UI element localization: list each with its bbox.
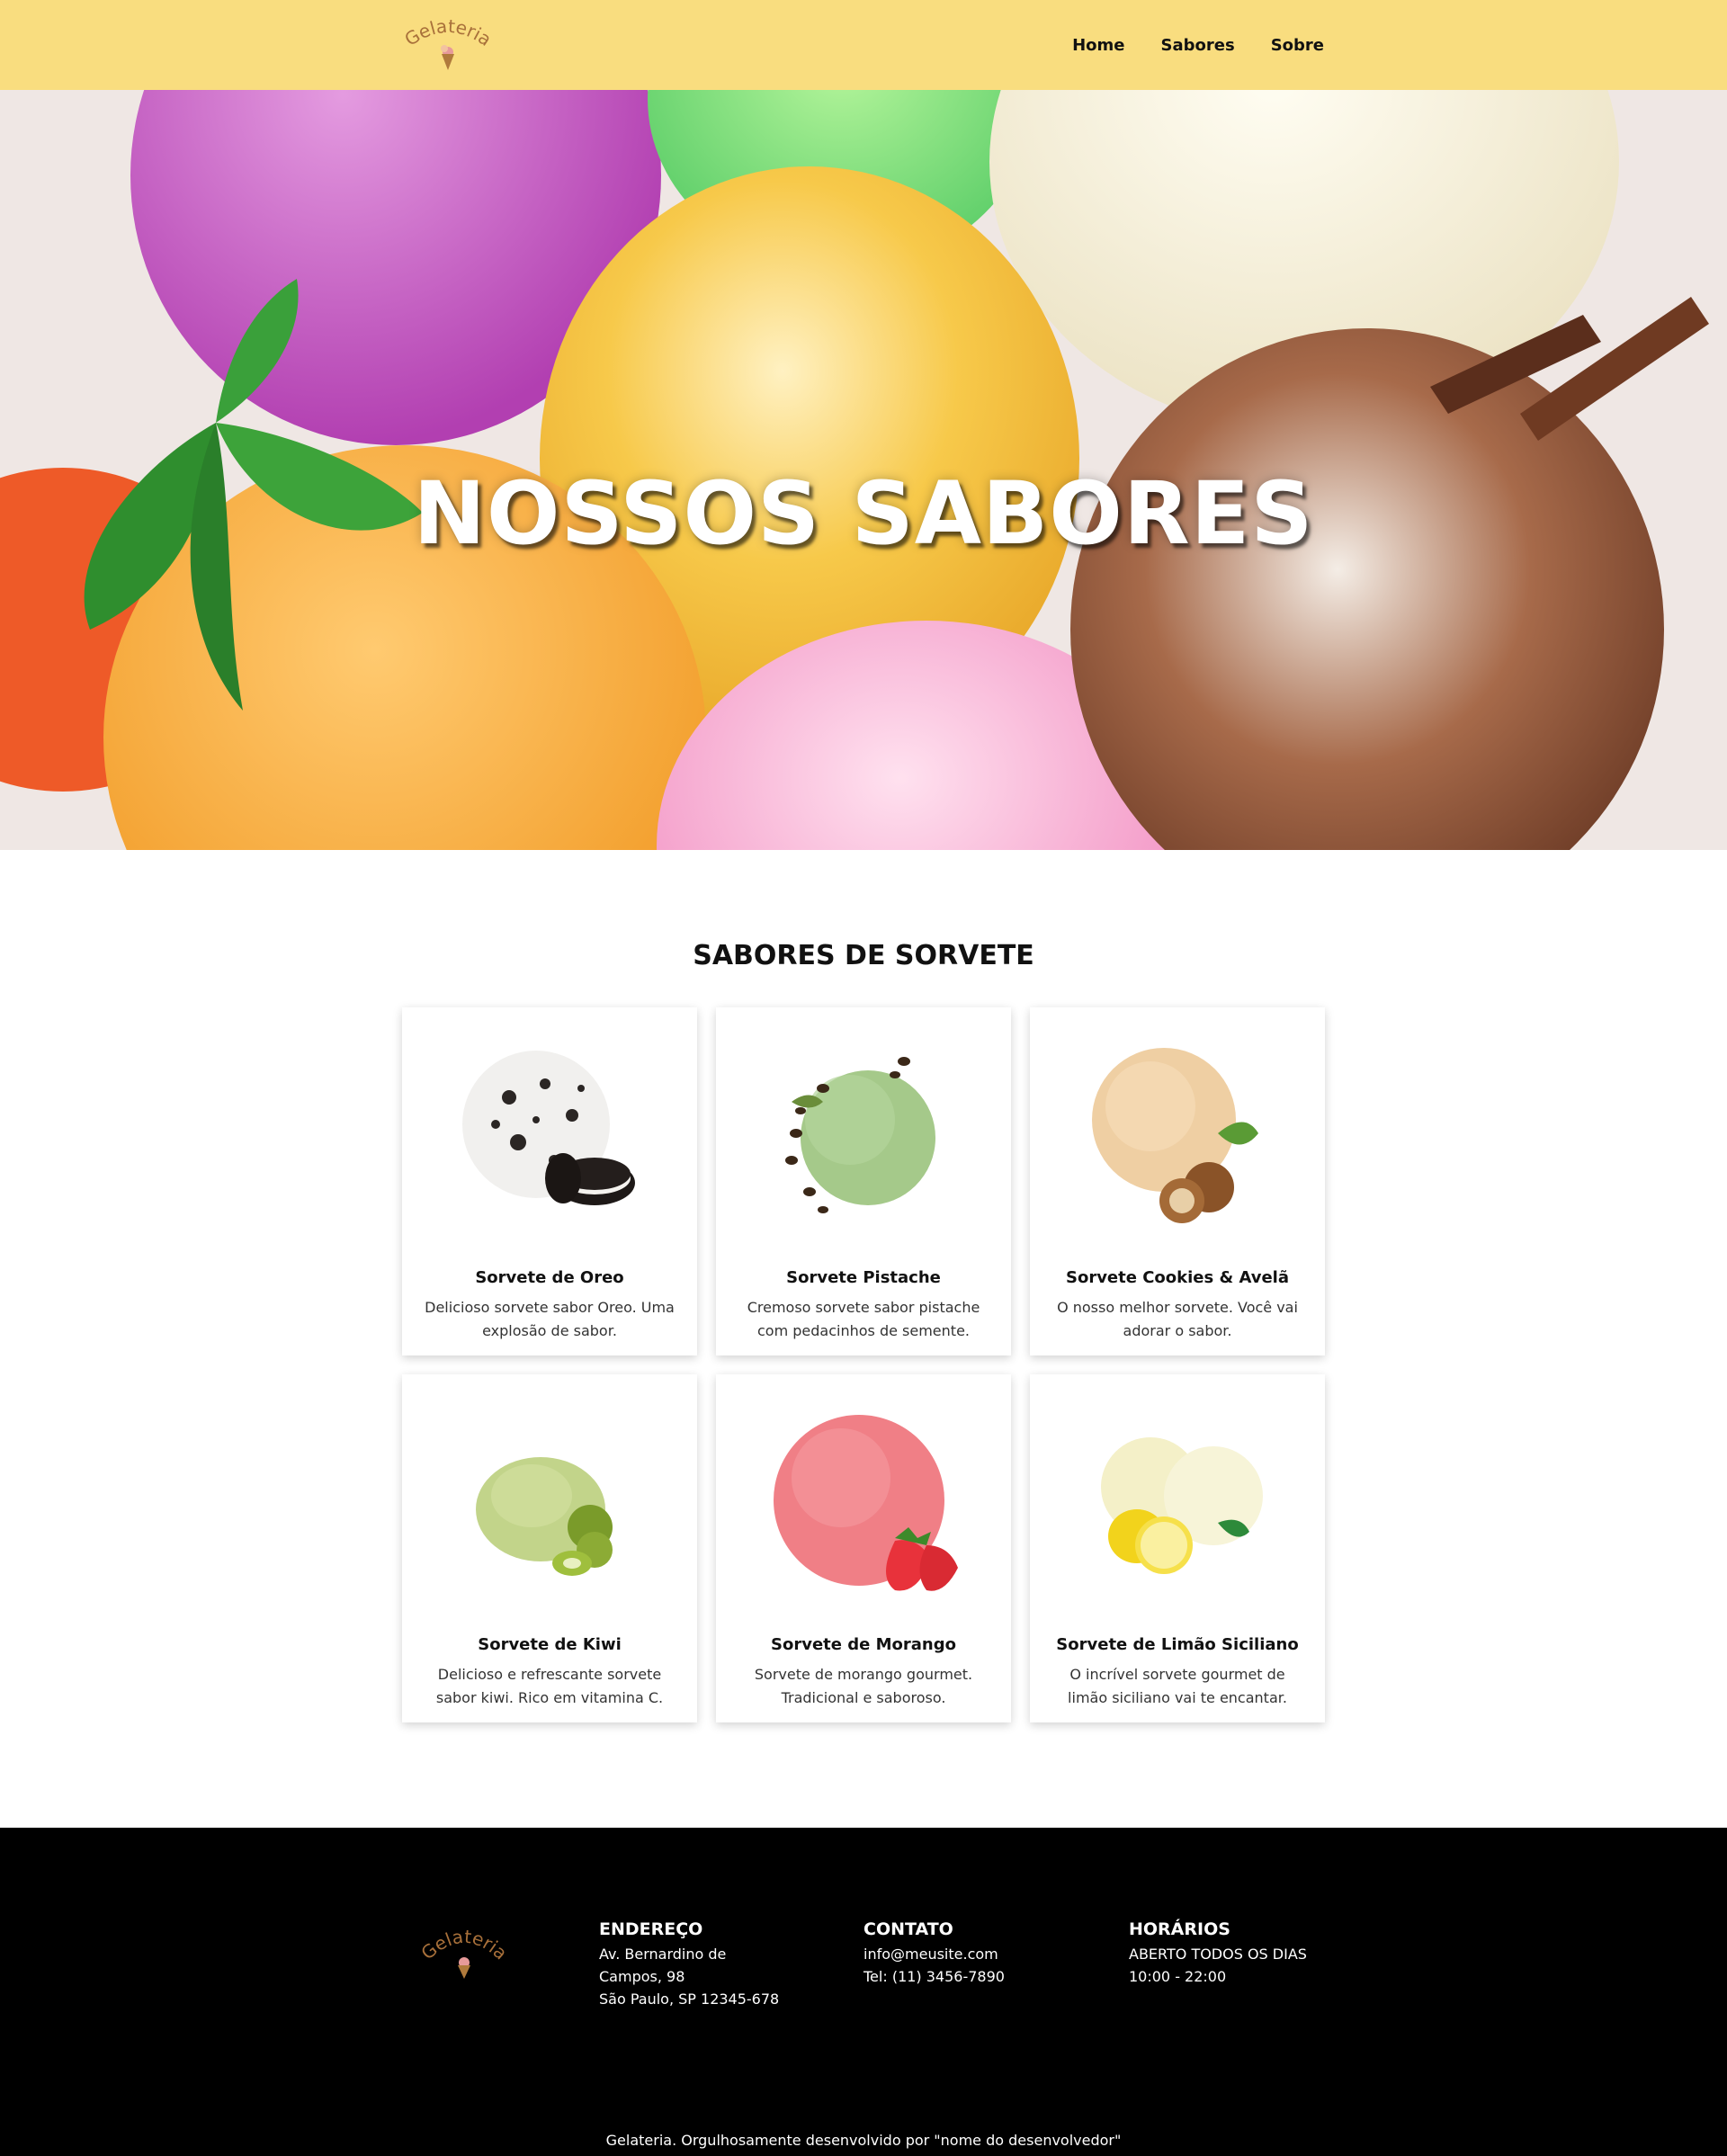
flavor-name: Sorvete de Oreo xyxy=(475,1268,624,1287)
main-nav: Home Sabores Sobre xyxy=(1072,0,1324,90)
footer-phone: Tel: (11) 3456-7890 xyxy=(864,1968,1005,1985)
footer-hours-title: HORÁRIOS xyxy=(1129,1919,1230,1939)
nav-home[interactable]: Home xyxy=(1072,36,1124,55)
site-footer: Gelateria ENDEREÇO Av. Bernardino de Cam… xyxy=(0,1828,1727,2156)
flavor-name: Sorvete Cookies & Avelã xyxy=(1065,1268,1289,1287)
flavors-grid: Sorvete de Oreo Delicioso sorvete sabor … xyxy=(402,1007,1325,1722)
hero-title: NOSSOS SABORES xyxy=(413,463,1314,564)
svg-text:Gelateria: Gelateria xyxy=(403,16,493,50)
flavor-description: Cremoso sorvete sabor pistache com pedac… xyxy=(747,1299,980,1339)
flavor-card-avela[interactable]: Sorvete Cookies & Avelã O nosso melhor s… xyxy=(1030,1007,1325,1355)
flavor-card-limao[interactable]: Sorvete de Limão Siciliano O incrível so… xyxy=(1030,1374,1325,1722)
section-title: SABORES DE SORVETE xyxy=(693,940,1034,971)
flavor-card-morango[interactable]: Sorvete de Morango Sorvete de morango go… xyxy=(716,1374,1011,1722)
flavor-name: Sorvete Pistache xyxy=(786,1268,941,1287)
nav-sobre[interactable]: Sobre xyxy=(1271,36,1324,55)
kiwi-ice-cream-image xyxy=(476,1457,613,1576)
pistachio-ice-cream-image xyxy=(785,1057,935,1213)
footer-hours: HORÁRIOS ABERTO TODOS OS DIAS 10:00 - 22… xyxy=(1129,1919,1307,1988)
flavor-description: Delicioso sorvete sabor Oreo. Uma explos… xyxy=(425,1299,675,1339)
flavors-section: SABORES DE SORVETE Sorvete de Oreo Delic… xyxy=(0,850,1727,1828)
lemon-ice-cream-image xyxy=(1101,1437,1263,1574)
footer-address-title: ENDEREÇO xyxy=(599,1919,703,1939)
footer-address-line: São Paulo, SP 12345-678 xyxy=(599,1990,780,2008)
flavor-description: O incrível sorvete gourmet de limão sici… xyxy=(1068,1666,1287,1706)
flavor-description: Delicioso e refrescante sorvete sabor ki… xyxy=(435,1666,664,1706)
flavor-card-kiwi[interactable]: Sorvete de Kiwi Delicioso e refrescante … xyxy=(402,1374,697,1722)
footer-address-line: Campos, 98 xyxy=(599,1968,685,1985)
hazelnut-ice-cream-image xyxy=(1092,1048,1258,1223)
footer-credit: Gelateria. Orgulhosamente desenvolvido p… xyxy=(605,2132,1122,2149)
hero-banner: NOSSOS SABORES xyxy=(0,90,1727,850)
footer-contact: CONTATO info@meusite.com Tel: (11) 3456-… xyxy=(864,1919,1005,1988)
footer-hours-line: ABERTO TODOS OS DIAS xyxy=(1129,1946,1307,1963)
footer-email-link[interactable]: info@meusite.com xyxy=(864,1943,1005,1965)
flavor-description: Sorvete de morango gourmet. Tradicional … xyxy=(754,1666,973,1706)
flavor-name: Sorvete de Kiwi xyxy=(478,1635,622,1654)
gelateria-logo[interactable]: Gelateria xyxy=(403,16,493,74)
footer-address-line: Av. Bernardino de xyxy=(599,1946,727,1963)
oreo-ice-cream-image xyxy=(462,1051,635,1205)
flavor-card-oreo[interactable]: Sorvete de Oreo Delicioso sorvete sabor … xyxy=(402,1007,697,1355)
gelateria-footer-logo[interactable]: Gelateria xyxy=(419,1918,509,1981)
flavor-name: Sorvete de Limão Siciliano xyxy=(1056,1635,1299,1654)
flavor-name: Sorvete de Morango xyxy=(771,1635,956,1654)
footer-contact-title: CONTATO xyxy=(864,1919,953,1939)
flavor-card-pistache[interactable]: Sorvete Pistache Cremoso sorvete sabor p… xyxy=(716,1007,1011,1355)
footer-address: ENDEREÇO Av. Bernardino de Campos, 98 Sã… xyxy=(599,1919,779,2010)
nav-sabores[interactable]: Sabores xyxy=(1161,36,1235,55)
flavor-description: O nosso melhor sorvete. Você vai adorar … xyxy=(1057,1299,1298,1339)
footer-hours-line: 10:00 - 22:00 xyxy=(1129,1968,1227,1985)
strawberry-ice-cream-image xyxy=(774,1415,958,1591)
site-header: Gelateria Home Sabores Sobre xyxy=(0,0,1727,90)
